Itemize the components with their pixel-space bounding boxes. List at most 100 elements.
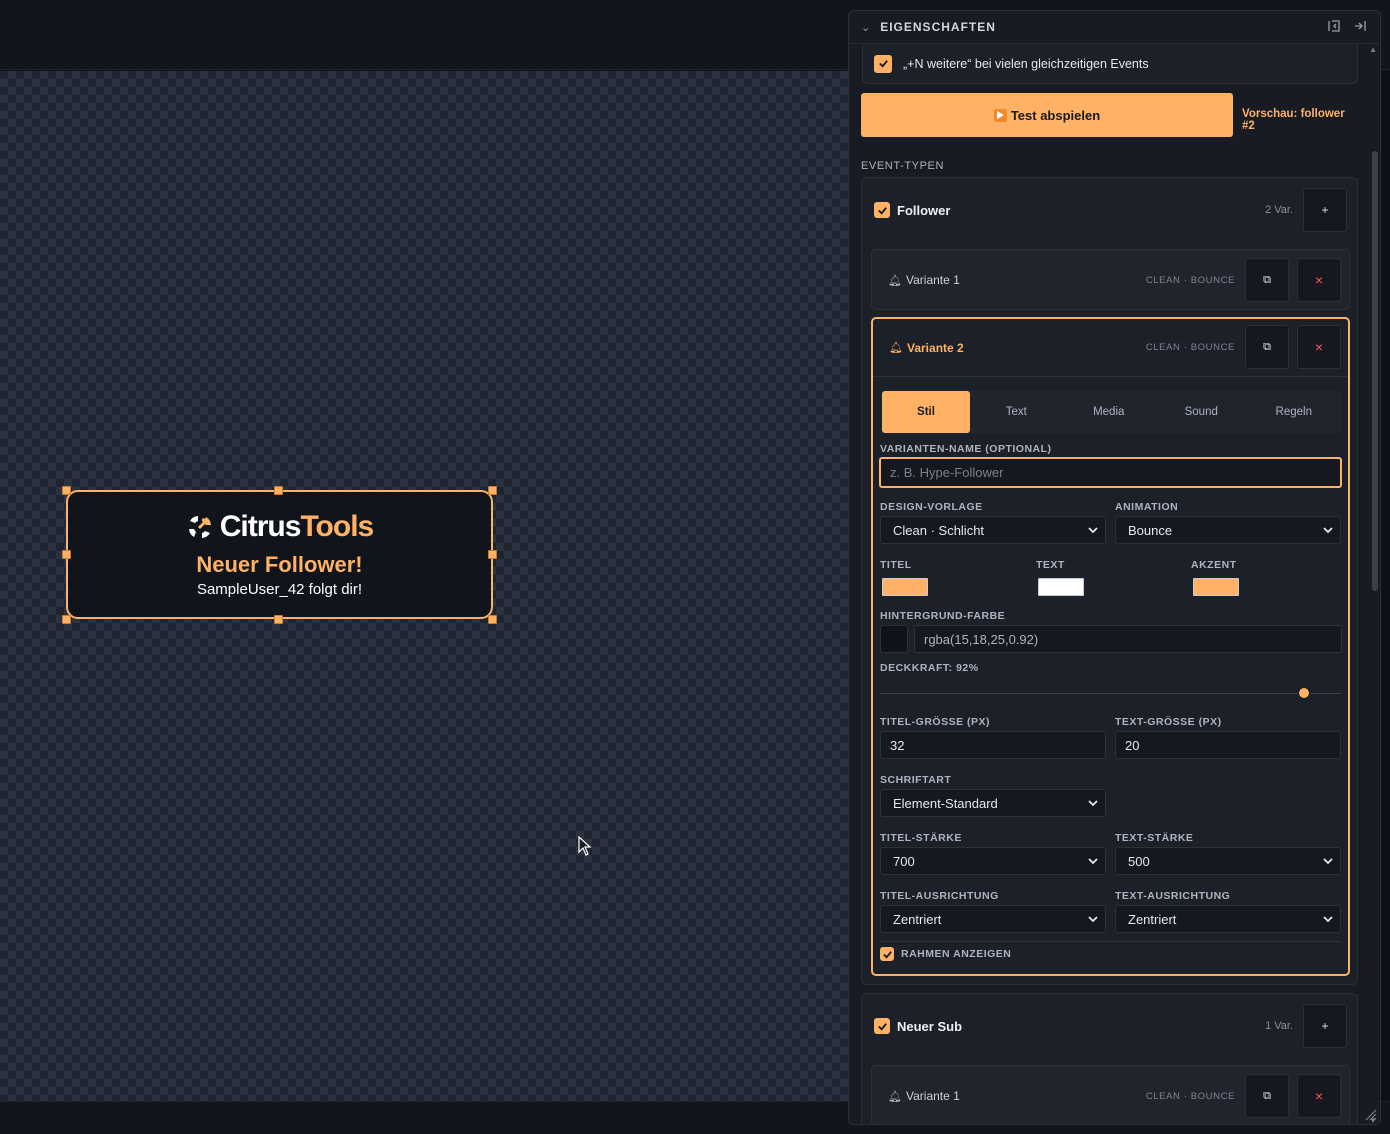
more-events-label: „+N weitere“ bei vielen gleichzeitigen E… (903, 56, 1149, 71)
variant-item[interactable]: 🔔︎ Variante 1 CLEAN · BOUNCE ⧉ × (871, 1065, 1350, 1124)
bell-icon: 🔔︎ (889, 342, 903, 354)
title-align-label: TITEL-AUSRICHTUNG (880, 890, 999, 902)
variant-header[interactable]: 🔔︎ Variante 2 CLEAN · BOUNCE ⧉ × (873, 319, 1348, 377)
event-card-neuer-sub: Neuer Sub 1 Var. + 🔔︎ Variante 1 CLEAN ·… (861, 993, 1358, 1124)
tab-stil[interactable]: Stil (882, 391, 970, 433)
resize-handle-sw[interactable] (62, 615, 71, 624)
collapse-chevron-icon[interactable]: ⌄ (861, 21, 870, 34)
resize-handle-n[interactable] (274, 486, 283, 495)
variant-header[interactable]: 🔔︎ Variante 1 CLEAN · BOUNCE ⧉ × (872, 250, 1349, 310)
citrustools-logo: CitrusTools (68, 510, 491, 544)
animation-label: ANIMATION (1115, 501, 1179, 513)
text-color-swatch[interactable] (1038, 578, 1084, 596)
variant-item-active[interactable]: 🔔︎ Variante 2 CLEAN · BOUNCE ⧉ × Stil Te… (871, 317, 1350, 976)
resize-handle-ne[interactable] (488, 486, 497, 495)
tab-sound[interactable]: Sound (1155, 391, 1248, 433)
variant-meta: CLEAN · BOUNCE (1145, 274, 1235, 286)
variant-name-label: VARIANTEN-NAME (OPTIONAL) (880, 443, 1052, 455)
variant-tabs: Stil Text Media Sound Regeln (881, 390, 1341, 434)
delete-variant-button[interactable]: × (1297, 1074, 1341, 1118)
accent-color-swatch[interactable] (1193, 578, 1239, 596)
bg-color-input[interactable]: rgba(15,18,25,0.92) (914, 625, 1342, 653)
citrus-logo-icon (186, 513, 214, 541)
border-option[interactable]: RAHMEN ANZEIGEN (880, 947, 1011, 961)
variant-name: Variante 1 (906, 1089, 960, 1103)
design-select-value: Clean · Schlicht (893, 522, 985, 538)
design-select[interactable]: Clean · Schlicht (880, 516, 1106, 544)
chevron-down-icon (1323, 858, 1333, 865)
variant-header[interactable]: 🔔︎ Variante 1 CLEAN · BOUNCE ⧉ × (872, 1066, 1349, 1124)
duplicate-variant-button[interactable]: ⧉ (1245, 1074, 1289, 1118)
mouse-cursor-icon (578, 835, 592, 861)
alert-preview[interactable]: CitrusTools Neuer Follower! SampleUser_4… (66, 490, 493, 619)
chevron-down-icon (1088, 800, 1098, 807)
color-title-label: TITEL (880, 559, 912, 571)
font-select-value: Element-Standard (893, 795, 998, 811)
title-weight-select[interactable]: 700 (880, 847, 1106, 875)
resize-handle-e[interactable] (488, 550, 497, 559)
tab-regeln[interactable]: Regeln (1248, 391, 1341, 433)
add-variant-button[interactable]: + (1303, 1004, 1347, 1048)
alert-title: Neuer Follower! (196, 552, 363, 577)
scroll-up-icon[interactable]: ▲ (1369, 45, 1377, 54)
text-size-label: TEXT-GRÖSSE (PX) (1115, 716, 1222, 728)
font-label: SCHRIFTART (880, 774, 952, 786)
resize-handle-se[interactable] (488, 615, 497, 624)
variant-meta: CLEAN · BOUNCE (1145, 1090, 1235, 1102)
tab-media[interactable]: Media (1063, 391, 1156, 433)
border-checkbox[interactable] (880, 947, 894, 961)
resize-grip-icon[interactable] (1363, 1107, 1377, 1121)
font-select[interactable]: Element-Standard (880, 789, 1106, 817)
divider (880, 941, 1341, 942)
title-size-input[interactable]: 32 (880, 731, 1106, 759)
text-weight-value: 500 (1128, 853, 1150, 869)
resize-handle-nw[interactable] (62, 486, 71, 495)
detach-panel-icon[interactable] (1352, 19, 1368, 35)
chevron-down-icon (1088, 858, 1098, 865)
event-types-heading: EVENT-TYPEN (861, 160, 945, 172)
variant-name-input[interactable]: z. B. Hype-Follower (879, 457, 1342, 488)
panel-scrollbar[interactable] (1372, 151, 1378, 591)
alert-text: SampleUser_42 folgt dir! (196, 581, 363, 598)
color-accent-label: AKZENT (1191, 559, 1237, 571)
text-align-select[interactable]: Zentriert (1115, 905, 1341, 933)
resize-handle-s[interactable] (274, 615, 283, 624)
test-play-button[interactable]: Test abspielen (861, 93, 1233, 137)
text-size-input[interactable]: 20 (1115, 731, 1341, 759)
delete-variant-button[interactable]: × (1297, 258, 1341, 302)
variant-meta: CLEAN · BOUNCE (1145, 342, 1235, 353)
opacity-slider-thumb[interactable] (1298, 687, 1311, 699)
panel-title: EIGENSCHAFTEN (880, 20, 996, 34)
text-align-label: TEXT-AUSRICHTUNG (1115, 890, 1231, 902)
text-weight-select[interactable]: 500 (1115, 847, 1341, 875)
dock-left-icon[interactable] (1326, 19, 1342, 35)
title-align-select[interactable]: Zentriert (880, 905, 1106, 933)
title-size-label: TITEL-GRÖSSE (PX) (880, 716, 991, 728)
logo-text-citrus: Citrus (219, 510, 302, 543)
title-align-value: Zentriert (893, 911, 942, 927)
bell-icon: 🔔︎ (888, 274, 902, 287)
opacity-slider-track[interactable] (880, 693, 1341, 694)
resize-handle-w[interactable] (62, 550, 71, 559)
duplicate-variant-button[interactable]: ⧉ (1245, 258, 1289, 302)
event-header-follower: Follower 2 Var. + (862, 178, 1357, 242)
more-events-option[interactable]: „+N weitere“ bei vielen gleichzeitigen E… (862, 44, 1358, 84)
tab-text[interactable]: Text (970, 391, 1063, 433)
animation-select[interactable]: Bounce (1115, 516, 1341, 544)
preview-label: Vorschau: follower #2 (1242, 108, 1345, 132)
opacity-label: DECKKRAFT: 92% (880, 662, 979, 674)
text-weight-label: TEXT-STÄRKE (1115, 832, 1194, 844)
chevron-down-icon (1088, 916, 1098, 923)
text-align-value: Zentriert (1128, 911, 1177, 927)
more-events-checkbox[interactable] (874, 54, 892, 73)
event-name: Neuer Sub (897, 1018, 963, 1034)
event-follower-checkbox[interactable] (874, 202, 890, 218)
delete-variant-button[interactable]: × (1297, 325, 1341, 369)
event-neuer-sub-checkbox[interactable] (874, 1018, 890, 1034)
bg-color-swatch[interactable] (880, 625, 908, 653)
chevron-down-icon (1088, 527, 1098, 534)
variant-item[interactable]: 🔔︎ Variante 1 CLEAN · BOUNCE ⧉ × (871, 249, 1350, 310)
duplicate-variant-button[interactable]: ⧉ (1245, 325, 1289, 369)
title-color-swatch[interactable] (882, 578, 928, 596)
add-variant-button[interactable]: + (1303, 188, 1347, 232)
